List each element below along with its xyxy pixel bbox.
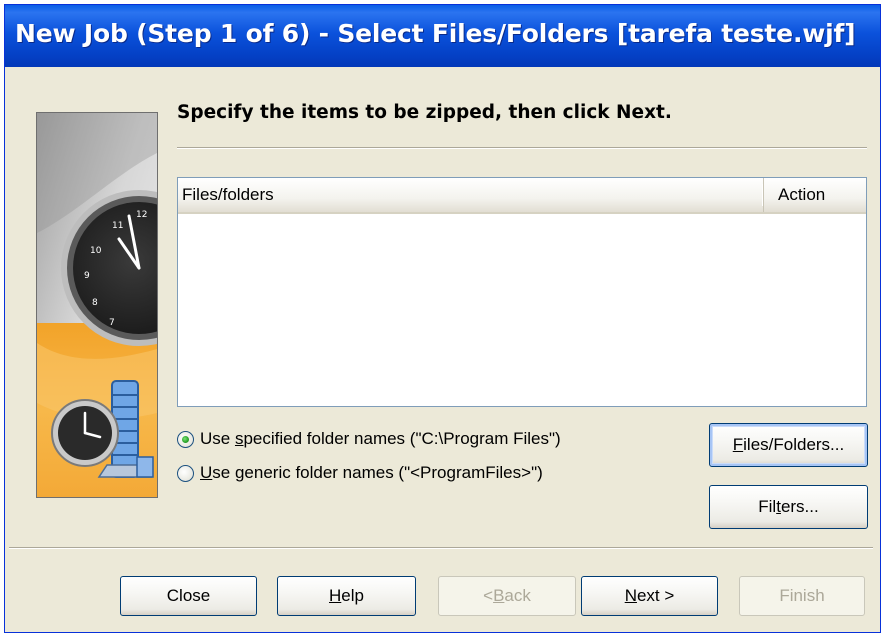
- filters-button[interactable]: Fil t ers...: [709, 485, 868, 529]
- label-text: iles/Folders...: [743, 435, 845, 454]
- label-text: Use: [200, 429, 235, 448]
- files-folders-button[interactable]: Files/Folders...: [709, 423, 868, 467]
- list-header: Files/folders Action: [178, 178, 866, 214]
- accelerator-key: N: [624, 586, 637, 605]
- close-button[interactable]: Close: [120, 576, 257, 616]
- svg-text:7: 7: [109, 318, 115, 328]
- column-header-action[interactable]: Action: [763, 178, 866, 212]
- help-button[interactable]: Help: [277, 576, 416, 616]
- wizard-side-banner: 11 12 10 9 8 7: [36, 112, 158, 498]
- svg-text:11: 11: [112, 221, 123, 231]
- label-text: ack: [504, 586, 531, 605]
- svg-text:12: 12: [136, 210, 147, 220]
- label-text: se generic folder names ("<ProgramFiles>…: [212, 463, 543, 482]
- next-button[interactable]: Next >: [581, 576, 718, 616]
- wizard-window: New Job (Step 1 of 6) - Select Files/Fol…: [4, 4, 881, 633]
- accelerator-key: H: [329, 586, 342, 605]
- radio-label-specified: Use specified folder names ("C:\Program …: [200, 429, 561, 449]
- svg-text:9: 9: [84, 271, 90, 281]
- label-text: ers...: [780, 497, 819, 516]
- files-folders-list[interactable]: Files/folders Action: [177, 177, 867, 407]
- accelerator-key: U: [200, 463, 213, 482]
- svg-text:10: 10: [90, 246, 102, 256]
- back-button[interactable]: < Back: [438, 576, 576, 616]
- label-text: Fil: [758, 497, 777, 516]
- window-title: New Job (Step 1 of 6) - Select Files/Fol…: [15, 19, 856, 48]
- radio-label-generic: Use generic folder names ("<ProgramFiles…: [200, 463, 543, 483]
- accelerator-key: B: [493, 586, 505, 605]
- radio-generic-folder-names[interactable]: Use generic folder names ("<ProgramFiles…: [177, 460, 543, 486]
- clock-icon: 11 12 10 9 8 7: [37, 113, 157, 497]
- header-divider: [177, 147, 867, 149]
- step-instruction: Specify the items to be zipped, then cli…: [177, 102, 672, 123]
- label-text: ext >: [636, 586, 675, 605]
- label-text: pecified folder names ("C:\Program Files…: [243, 429, 561, 448]
- label-text: elp: [341, 586, 364, 605]
- footer-divider: [9, 547, 873, 549]
- label-text: <: [483, 586, 494, 605]
- radio-button-checked[interactable]: [177, 430, 194, 448]
- radio-specified-folder-names[interactable]: Use specified folder names ("C:\Program …: [177, 426, 561, 452]
- svg-text:8: 8: [92, 298, 98, 308]
- accelerator-key: F: [732, 435, 744, 454]
- column-header-files-folders[interactable]: Files/folders: [178, 178, 763, 212]
- radio-button-unchecked[interactable]: [177, 464, 194, 482]
- title-bar[interactable]: New Job (Step 1 of 6) - Select Files/Fol…: [5, 5, 880, 67]
- finish-button[interactable]: Finish: [739, 576, 865, 616]
